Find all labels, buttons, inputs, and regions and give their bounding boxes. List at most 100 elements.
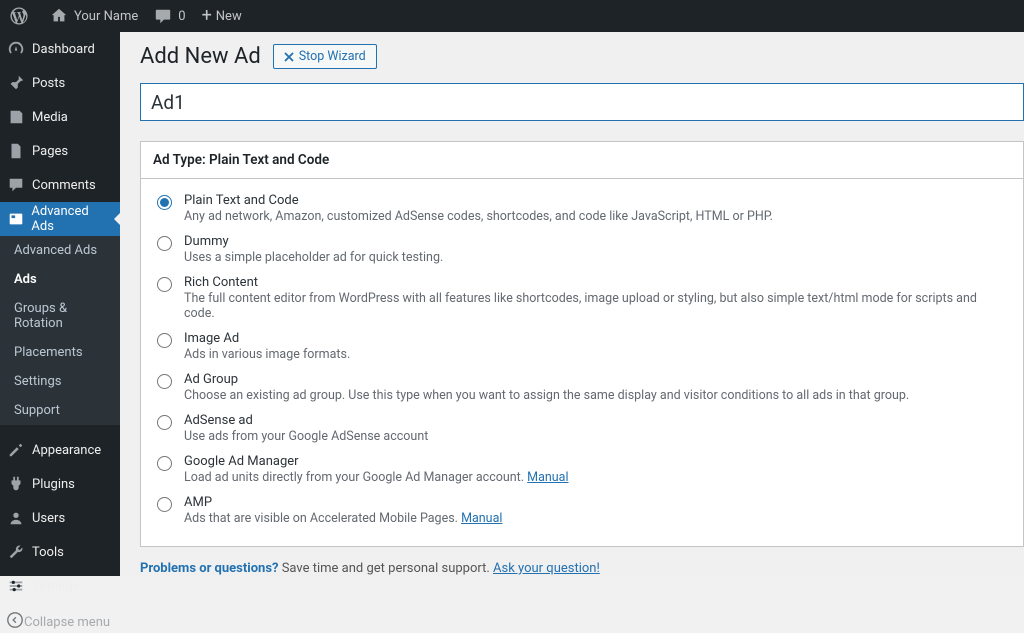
users-icon	[6, 508, 26, 528]
submenu-support[interactable]: Support	[0, 396, 120, 425]
menu-advanced-ads[interactable]: Advanced Ads	[0, 202, 120, 236]
menu-pages[interactable]: Pages	[0, 134, 120, 168]
collapse-label: Collapse menu	[24, 615, 110, 630]
ads-icon	[6, 209, 25, 229]
close-icon	[284, 52, 294, 62]
ad-type-radio[interactable]	[157, 415, 172, 430]
comment-icon	[6, 175, 26, 195]
ad-type-option: DummyUses a simple placeholder ad for qu…	[157, 234, 1007, 265]
help-bold: Problems or questions?	[140, 561, 278, 576]
pin-icon	[6, 73, 26, 93]
ad-type-label: Google Ad Manager	[184, 454, 569, 469]
menu-settings[interactable]: Settings	[0, 569, 120, 603]
ad-type-option: Google Ad ManagerLoad ad units directly …	[157, 454, 1007, 485]
settings-icon	[6, 576, 26, 596]
comments-count: 0	[178, 9, 185, 24]
stop-wizard-button[interactable]: Stop Wizard	[273, 44, 377, 69]
menu-label: Dashboard	[32, 42, 95, 57]
help-text: Save time and get personal support.	[278, 561, 493, 576]
new-link[interactable]: + New	[194, 0, 250, 32]
menu-label: Tools	[32, 545, 64, 560]
ad-type-radio[interactable]	[157, 374, 172, 389]
new-label: New	[216, 9, 242, 24]
wordpress-icon	[10, 7, 28, 25]
stop-wizard-label: Stop Wizard	[299, 49, 366, 64]
menu-dashboard[interactable]: Dashboard	[0, 32, 120, 66]
page-title: Add New Ad	[140, 44, 261, 69]
ad-type-label: AdSense ad	[184, 413, 428, 428]
ad-type-label: Ad Group	[184, 372, 909, 387]
menu-posts[interactable]: Posts	[0, 66, 120, 100]
submenu-groups[interactable]: Groups & Rotation	[0, 294, 120, 338]
menu-label: Comments	[32, 178, 96, 193]
menu-media[interactable]: Media	[0, 100, 120, 134]
menu-label: Appearance	[32, 443, 101, 458]
ad-type-option: Image AdAds in various image formats.	[157, 331, 1007, 362]
ad-type-label: Image Ad	[184, 331, 350, 346]
ad-type-option: Rich ContentThe full content editor from…	[157, 275, 1007, 321]
ad-type-label: Rich Content	[184, 275, 1007, 290]
media-icon	[6, 107, 26, 127]
menu-tools[interactable]: Tools	[0, 535, 120, 569]
menu-users[interactable]: Users	[0, 501, 120, 535]
ad-type-option: AdSense adUse ads from your Google AdSen…	[157, 413, 1007, 444]
submenu-settings[interactable]: Settings	[0, 367, 120, 396]
ad-type-label: Dummy	[184, 234, 443, 249]
admin-sidebar: Dashboard Posts Media Pages Comments Adv…	[0, 32, 120, 576]
ad-type-desc: Ads that are visible on Accelerated Mobi…	[184, 511, 502, 526]
plus-icon: +	[202, 7, 212, 25]
menu-label: Posts	[32, 76, 65, 91]
ad-type-header: Ad Type: Plain Text and Code	[141, 142, 1023, 179]
help-line: Problems or questions? Save time and get…	[140, 561, 1024, 576]
ad-type-radio[interactable]	[157, 497, 172, 512]
ad-type-desc: Ads in various image formats.	[184, 347, 350, 362]
menu-label: Settings	[32, 579, 79, 594]
ad-title-input[interactable]	[140, 83, 1024, 121]
menu-label: Media	[32, 110, 68, 125]
manual-link[interactable]: Manual	[527, 470, 568, 485]
comment-icon	[154, 7, 172, 25]
menu-label: Users	[32, 511, 65, 526]
ad-type-label: Plain Text and Code	[184, 193, 773, 208]
ad-type-desc: The full content editor from WordPress w…	[184, 291, 1007, 321]
submenu-placements[interactable]: Placements	[0, 338, 120, 367]
submenu-advanced-ads: Advanced Ads Ads Groups & Rotation Place…	[0, 236, 120, 425]
menu-appearance[interactable]: Appearance	[0, 433, 120, 467]
ad-type-label: AMP	[184, 495, 502, 510]
collapse-icon	[6, 611, 24, 633]
submenu-overview[interactable]: Advanced Ads	[0, 236, 120, 265]
ad-type-radio[interactable]	[157, 195, 172, 210]
admin-bar: Your Name 0 + New	[0, 0, 1024, 32]
ad-type-box: Ad Type: Plain Text and Code Plain Text …	[140, 141, 1024, 547]
site-name-label: Your Name	[74, 9, 138, 24]
menu-label: Advanced Ads	[31, 204, 112, 234]
ad-type-radio[interactable]	[157, 236, 172, 251]
submenu-ads[interactable]: Ads	[0, 265, 120, 294]
help-link[interactable]: Ask your question!	[493, 561, 600, 576]
ad-type-option: Ad GroupChoose an existing ad group. Use…	[157, 372, 1007, 403]
tools-icon	[6, 542, 26, 562]
ad-type-desc: Any ad network, Amazon, customized AdSen…	[184, 209, 773, 224]
comments-link[interactable]: 0	[146, 0, 193, 32]
menu-comments[interactable]: Comments	[0, 168, 120, 202]
ad-type-radio[interactable]	[157, 456, 172, 471]
collapse-menu[interactable]: Collapse menu	[0, 603, 120, 633]
ad-type-desc: Use ads from your Google AdSense account	[184, 429, 428, 444]
home-icon	[50, 7, 68, 25]
menu-label: Pages	[32, 144, 68, 159]
dashboard-icon	[6, 39, 26, 59]
plugins-icon	[6, 474, 26, 494]
ad-type-desc: Load ad units directly from your Google …	[184, 470, 569, 485]
ad-type-option: AMPAds that are visible on Accelerated M…	[157, 495, 1007, 526]
manual-link[interactable]: Manual	[461, 511, 502, 526]
main-content: Add New Ad Stop Wizard Ad Type: Plain Te…	[120, 32, 1024, 576]
ad-type-radio[interactable]	[157, 277, 172, 292]
menu-plugins[interactable]: Plugins	[0, 467, 120, 501]
page-icon	[6, 141, 26, 161]
appearance-icon	[6, 440, 26, 460]
wp-logo[interactable]	[2, 0, 42, 32]
ad-type-option: Plain Text and CodeAny ad network, Amazo…	[157, 193, 1007, 224]
site-name-link[interactable]: Your Name	[42, 0, 146, 32]
ad-type-radio[interactable]	[157, 333, 172, 348]
ad-type-desc: Choose an existing ad group. Use this ty…	[184, 388, 909, 403]
